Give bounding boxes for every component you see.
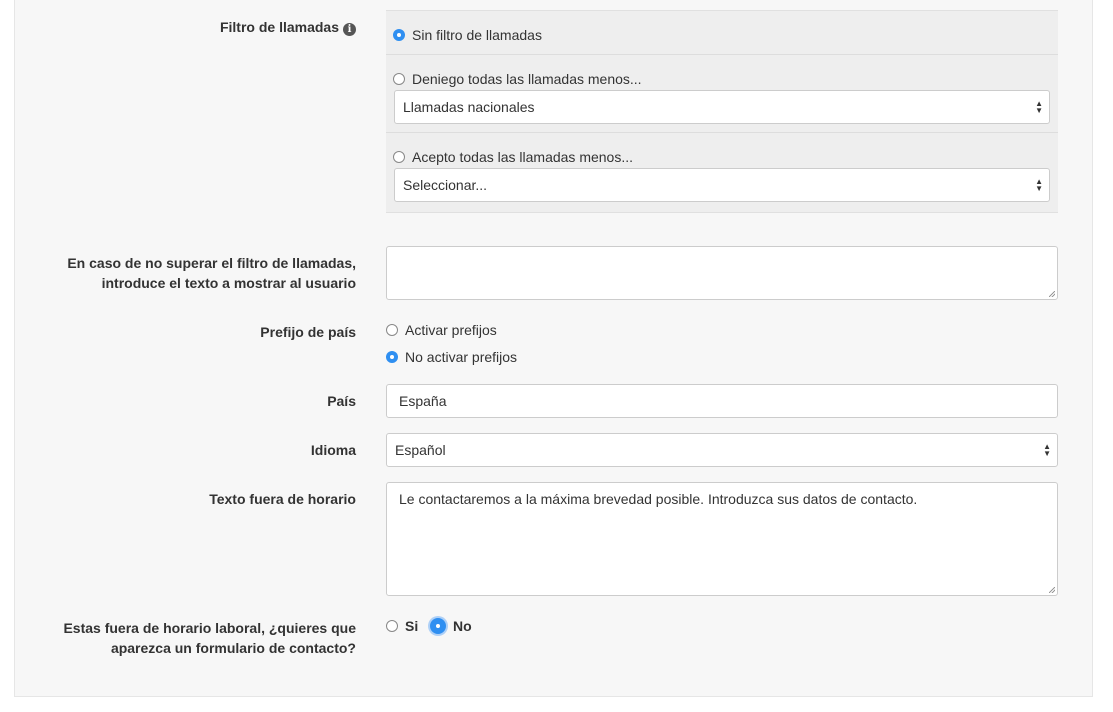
select-arrows-icon: ▲ ▼: [1043, 442, 1051, 458]
country-input[interactable]: España: [386, 384, 1058, 418]
select-arrows-icon: ▲ ▼: [1035, 99, 1043, 115]
accept-exceptions-select-value: Seleccionar...: [403, 177, 488, 193]
radio-accept-all-except[interactable]: Acepto todas las llamadas menos...: [393, 149, 633, 165]
radio-activate-prefixes-label: Activar prefijos: [405, 322, 497, 338]
radio-no-prefixes[interactable]: No activar prefijos: [386, 349, 517, 365]
country-input-value: España: [399, 393, 447, 409]
accept-exceptions-select[interactable]: Seleccionar... ▲ ▼: [394, 168, 1050, 202]
info-circle-icon[interactable]: i: [343, 23, 356, 36]
out-of-hours-textarea[interactable]: Le contactaremos a la máxima brevedad po…: [386, 482, 1058, 596]
radio-deny-all-except-label: Deniego todas las llamadas menos...: [412, 71, 642, 87]
call-filter-label-text: Filtro de llamadas: [219, 19, 339, 35]
contact-form-label: Estas fuera de horario laboral, ¿quieres…: [63, 618, 356, 658]
call-filter-group: Sin filtro de llamadas Deniego todas las…: [386, 10, 1058, 213]
radio-accept-all-except-label: Acepto todas las llamadas menos...: [412, 149, 634, 165]
contact-form-label-line2: aparezca un formulario de contacto?: [110, 640, 356, 656]
country-label-text: País: [327, 393, 356, 409]
radio-no-prefixes-label: No activar prefijos: [405, 349, 518, 365]
country-label: País: [327, 391, 356, 411]
select-arrows-icon: ▲ ▼: [1035, 177, 1043, 193]
radio-activate-prefixes[interactable]: Activar prefijos: [386, 322, 497, 338]
radio-accept-all-except-indicator[interactable]: [393, 151, 405, 163]
filter-fail-text-label-line1: En caso de no superar el filtro de llama…: [67, 255, 356, 271]
contact-form-label-line1: Estas fuera de horario laboral, ¿quieres…: [63, 620, 356, 636]
divider: [386, 54, 1058, 55]
country-prefix-label-text: Prefijo de país: [260, 324, 356, 340]
filter-fail-text-label: En caso de no superar el filtro de llama…: [67, 253, 356, 293]
radio-activate-prefixes-indicator[interactable]: [386, 324, 398, 336]
language-select[interactable]: Español ▲ ▼: [386, 433, 1058, 467]
radio-contact-form-yes-indicator[interactable]: [386, 620, 398, 632]
deny-exceptions-select[interactable]: Llamadas nacionales ▲ ▼: [394, 90, 1050, 124]
resize-grip-icon[interactable]: [1049, 587, 1055, 593]
out-of-hours-text-label: Texto fuera de horario: [209, 489, 356, 509]
deny-exceptions-select-value: Llamadas nacionales: [403, 99, 535, 115]
resize-grip-icon[interactable]: [1049, 291, 1055, 297]
language-select-value: Español: [395, 442, 446, 458]
out-of-hours-textarea-value: Le contactaremos a la máxima brevedad po…: [399, 491, 918, 507]
radio-no-filter-indicator[interactable]: [393, 29, 405, 41]
radio-contact-form-yes-label: Si: [405, 618, 419, 634]
radio-contact-form-no[interactable]: No: [430, 618, 472, 634]
call-filter-label: Filtro de llamadas i: [220, 17, 356, 37]
radio-deny-all-except[interactable]: Deniego todas las llamadas menos...: [393, 71, 642, 87]
radio-deny-all-except-indicator[interactable]: [393, 73, 405, 85]
radio-no-filter-label: Sin filtro de llamadas: [412, 27, 542, 43]
out-of-hours-text-label-text: Texto fuera de horario: [209, 491, 356, 507]
country-prefix-label: Prefijo de país: [260, 322, 356, 342]
radio-no-prefixes-indicator[interactable]: [386, 351, 398, 363]
language-label: Idioma: [311, 440, 356, 460]
radio-contact-form-no-label: No: [453, 618, 472, 634]
radio-contact-form-yes[interactable]: Si: [386, 618, 418, 634]
radio-no-filter[interactable]: Sin filtro de llamadas: [393, 27, 542, 43]
filter-fail-textarea[interactable]: [386, 246, 1058, 300]
radio-contact-form-no-indicator[interactable]: [430, 618, 446, 634]
language-label-text: Idioma: [310, 442, 356, 458]
divider: [386, 132, 1058, 133]
filter-fail-text-label-line2: introduce el texto a mostrar al usuario: [101, 275, 356, 291]
